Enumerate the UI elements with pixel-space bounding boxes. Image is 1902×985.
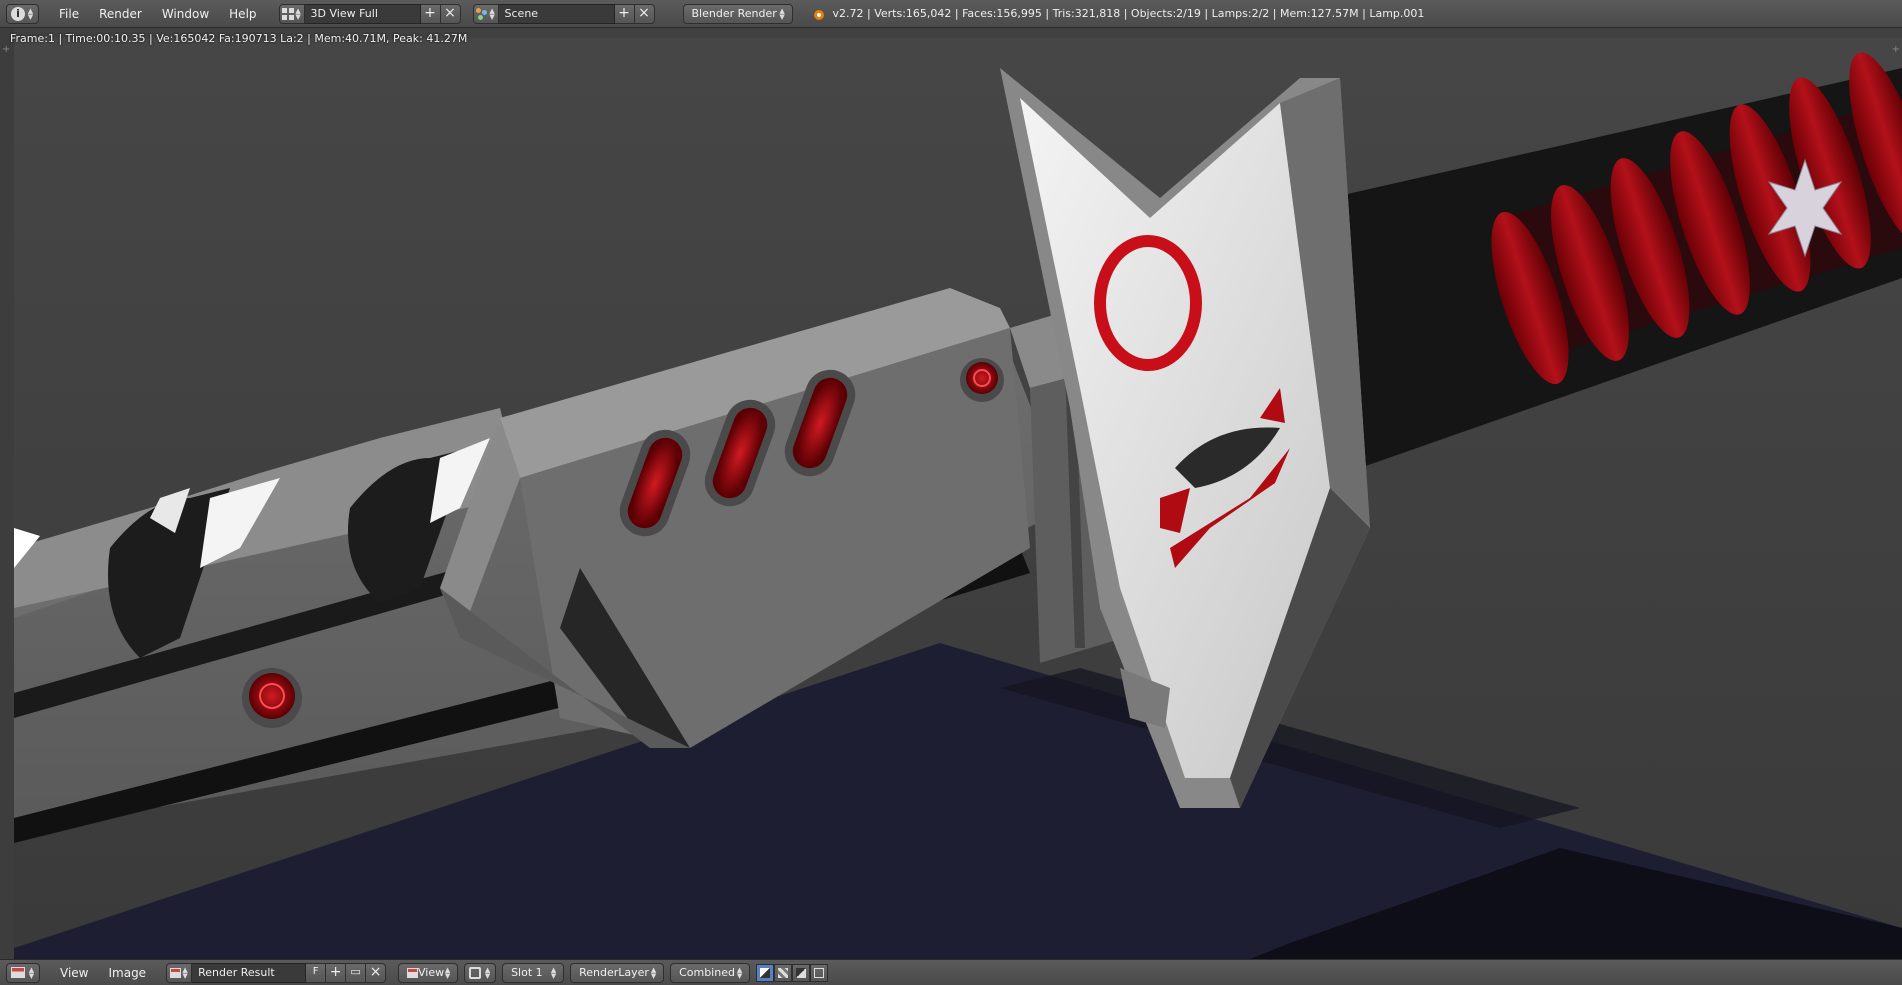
zbuffer-icon <box>814 967 825 978</box>
zbuffer-toggle[interactable] <box>810 963 829 982</box>
editor-type-selector[interactable]: i ▲ ▼ <box>6 3 39 24</box>
display-channels-toggles <box>756 963 829 982</box>
render-engine-dropdown[interactable]: Blender Render ▲ ▼ <box>682 3 793 24</box>
alpha-icon <box>796 967 807 978</box>
updown-arrows-icon: ▲ ▼ <box>444 965 451 980</box>
updown-arrows-icon: ▲ ▼ <box>650 965 657 980</box>
scene-stats: v2.72 | Verts:165,042 | Faces:156,995 | … <box>811 7 1425 21</box>
stats-text: v2.72 | Verts:165,042 | Faces:156,995 | … <box>832 7 1425 20</box>
render-info-text: Frame:1 | Time:00:10.35 | Ve:165042 Fa:1… <box>10 32 468 45</box>
menu-help[interactable]: Help <box>219 5 266 23</box>
updown-arrows-icon: ▲ ▼ <box>484 965 491 980</box>
view-mode-icon <box>407 967 419 978</box>
add-scene-button[interactable]: + <box>614 3 635 24</box>
updown-arrows-icon: ▲ ▼ <box>550 965 557 980</box>
remove-layout-button[interactable]: × <box>440 3 461 24</box>
color-toggle[interactable] <box>774 963 793 982</box>
layout-grid-icon <box>281 7 294 20</box>
alpha-toggle[interactable] <box>792 963 811 982</box>
image-editor-icon <box>11 967 25 978</box>
view-mode-dropdown[interactable]: View ▲ ▼ <box>398 962 459 983</box>
scene-icon <box>475 7 488 20</box>
menu-window[interactable]: Window <box>152 5 219 23</box>
pivot-selector[interactable]: ▲ ▼ <box>464 962 497 983</box>
open-image-icon[interactable]: ▭ <box>346 962 367 983</box>
view-mode-label: View <box>418 966 445 979</box>
render-pass-dropdown[interactable]: Combined ▲ ▼ <box>670 962 751 983</box>
color-alpha-toggle[interactable] <box>756 963 775 982</box>
image-name-field[interactable]: Render Result <box>192 962 307 983</box>
unlink-image-button[interactable]: × <box>366 962 387 983</box>
render-engine-label: Blender Render <box>691 7 777 20</box>
updown-arrows-icon: ▲ ▼ <box>295 6 301 21</box>
menu-image[interactable]: Image <box>98 964 156 982</box>
remove-scene-button[interactable]: × <box>634 3 655 24</box>
updown-arrows-icon: ▲ ▼ <box>489 6 495 21</box>
menu-file[interactable]: File <box>49 5 89 23</box>
image-icon <box>169 967 181 978</box>
info-icon: i <box>11 6 25 21</box>
scene-selector: ▲ ▼ Scene + × <box>472 3 655 24</box>
menu-render[interactable]: Render <box>89 5 152 23</box>
updown-arrows-icon: ▲ ▼ <box>28 965 35 980</box>
new-image-button[interactable]: + <box>326 962 347 983</box>
render-result-viewport[interactable]: Frame:1 | Time:00:10.35 | Ve:165042 Fa:1… <box>0 28 1902 959</box>
image-browse-button[interactable]: ▲ ▼ <box>166 962 193 983</box>
color-alpha-icon <box>760 967 771 978</box>
pivot-icon <box>469 966 482 979</box>
scene-browse-button[interactable]: ▲ ▼ <box>472 3 499 24</box>
image-editor-menu: View Image <box>50 964 156 982</box>
info-header: i ▲ ▼ File Render Window Help ▲ ▼ 3D View … <box>0 0 1902 28</box>
updown-arrows-icon: ▲ ▼ <box>27 6 34 21</box>
render-layer-dropdown[interactable]: RenderLayer ▲ ▼ <box>570 962 665 983</box>
area-split-corner-icon[interactable]: + <box>1892 44 1900 55</box>
updown-arrows-icon: ▲ ▼ <box>182 965 188 980</box>
screen-layout-selector: ▲ ▼ 3D View Full + × <box>278 3 461 24</box>
add-layout-button[interactable]: + <box>420 3 441 24</box>
area-split-corner-icon[interactable]: + <box>2 44 10 55</box>
slot-dropdown[interactable]: Slot 1 ▲ ▼ <box>502 962 565 983</box>
updown-arrows-icon: ▲ ▼ <box>779 6 785 21</box>
checker-icon <box>778 967 789 978</box>
editor-type-selector[interactable]: ▲ ▼ <box>6 962 40 983</box>
layout-name-field[interactable]: 3D View Full <box>304 3 421 24</box>
image-editor-header: ▲ ▼ View Image ▲ ▼ Render Result F + ▭ × V… <box>0 959 1902 985</box>
fake-user-button[interactable]: F <box>306 962 327 983</box>
menu-view[interactable]: View <box>50 964 98 982</box>
updown-arrows-icon: ▲ ▼ <box>736 965 743 980</box>
render-layer-label: RenderLayer <box>579 966 649 979</box>
render-pass-label: Combined <box>679 966 735 979</box>
scene-name-field[interactable]: Scene <box>498 3 615 24</box>
blender-logo-icon <box>811 7 825 21</box>
slot-label: Slot 1 <box>511 966 543 979</box>
rendered-sword-image <box>0 28 1902 959</box>
image-selector: ▲ ▼ Render Result F + ▭ × <box>166 962 387 983</box>
layout-browse-button[interactable]: ▲ ▼ <box>278 3 305 24</box>
main-menu: File Render Window Help <box>49 5 267 23</box>
